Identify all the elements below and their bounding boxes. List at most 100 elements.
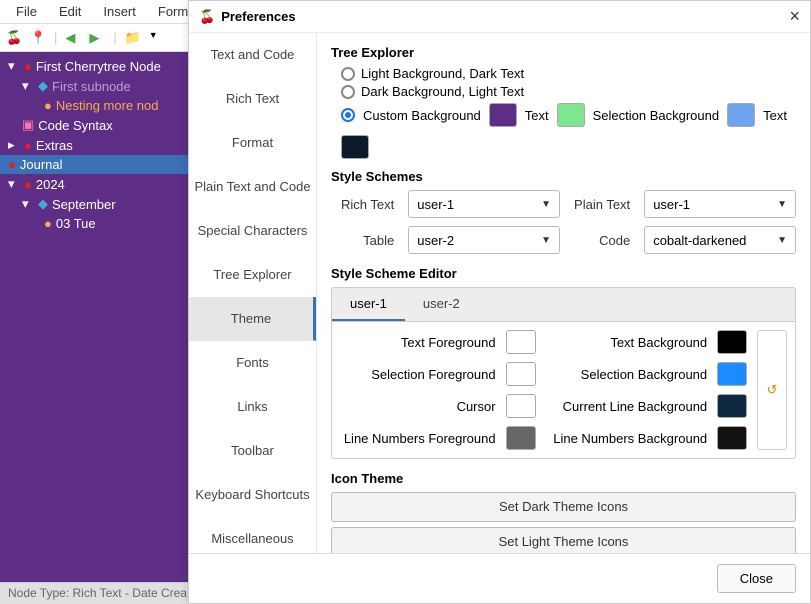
rich-text-combo[interactable]: user-1▼ [408,190,560,218]
cat-format[interactable]: Format [189,121,316,165]
section-style-schemes: Style Schemes [331,169,796,184]
cat-special-chars[interactable]: Special Characters [189,209,316,253]
collapse-icon[interactable]: ▾ [22,78,34,94]
seltext-color-swatch[interactable] [341,135,369,159]
text-color-swatch[interactable] [557,103,585,127]
table-combo[interactable]: user-2▼ [408,226,560,254]
menu-insert[interactable]: Insert [93,1,146,22]
pin-icon[interactable]: 📍 [30,30,46,46]
plain-text-label: Plain Text [574,197,630,212]
dialog-footer: Close [189,553,810,603]
code-combo[interactable]: cobalt-darkened▼ [644,226,796,254]
close-icon[interactable]: × [789,6,800,27]
settings-content: Tree Explorer Light Background, Dark Tex… [317,33,810,553]
radio-label: Custom Background [363,108,481,123]
tab-user-2[interactable]: user-2 [405,288,478,321]
chevron-down-icon: ▼ [541,235,551,246]
tree-node[interactable]: First Cherrytree Node [36,59,161,74]
cherry-red-icon: ● [24,177,32,192]
section-icon-theme: Icon Theme [331,471,796,486]
cherry-red-icon: ● [24,138,32,153]
dialog-titlebar: 🍒 Preferences × [189,1,810,33]
cherry-red-icon: ● [24,59,32,74]
tree-node[interactable]: Extras [36,138,73,153]
selbg-color-swatch[interactable] [727,103,755,127]
cherry-orange-icon: ● [44,216,52,231]
tree-node[interactable]: 2024 [36,177,65,192]
sel-bg-label: Selection Background [549,367,707,382]
set-dark-icons-button[interactable]: Set Dark Theme Icons [331,492,796,522]
menu-file[interactable]: File [6,1,47,22]
collapse-icon[interactable]: ▾ [8,176,20,192]
radio-custom-bg[interactable] [341,108,355,122]
folder-icon[interactable]: 📁 [125,30,141,46]
sel-fg-swatch[interactable] [506,362,536,386]
ln-bg-swatch[interactable] [717,426,747,450]
cursor-swatch[interactable] [506,394,536,418]
tab-user-1[interactable]: user-1 [332,288,405,321]
chevron-down-icon: ▼ [541,199,551,210]
category-list[interactable]: Text and Code Rich Text Format Plain Tex… [189,33,317,553]
cat-misc[interactable]: Miscellaneous [189,517,316,553]
cherry-blue-icon: ◆ [38,78,48,94]
radio-label: Dark Background, Light Text [361,84,524,99]
back-icon[interactable]: ◀ [65,30,81,46]
section-style-editor: Style Scheme Editor [331,266,796,281]
code-label: Code [574,233,630,248]
section-tree-explorer: Tree Explorer [331,45,796,60]
text-label: Text [525,108,549,123]
curline-bg-label: Current Line Background [549,399,707,414]
editor-tabs: user-1 user-2 [331,287,796,321]
dialog-title: Preferences [221,9,295,24]
chevron-down-icon: ▼ [777,199,787,210]
cat-rich-text[interactable]: Rich Text [189,77,316,121]
cat-text-and-code[interactable]: Text and Code [189,33,316,77]
radio-dark-bg[interactable] [341,85,355,99]
forward-icon[interactable]: ▶ [89,30,105,46]
preferences-dialog: 🍒 Preferences × Text and Code Rich Text … [188,0,811,604]
cherry-orange-icon: ● [44,98,52,113]
tree-node[interactable]: 03 Tue [56,216,96,231]
cherry-blue-icon: ◆ [38,196,48,212]
sel-bg-swatch[interactable] [717,362,747,386]
cat-toolbar[interactable]: Toolbar [189,429,316,473]
set-light-icons-button[interactable]: Set Light Theme Icons [331,527,796,553]
radio-light-bg[interactable] [341,67,355,81]
tree-node[interactable]: First subnode [52,79,131,94]
rich-text-label: Rich Text [341,197,394,212]
cat-links[interactable]: Links [189,385,316,429]
text-bg-label: Text Background [549,335,707,350]
seltext-label: Text [763,108,787,123]
ln-bg-label: Line Numbers Background [549,431,707,446]
radio-label: Light Background, Dark Text [361,66,524,81]
cat-shortcuts[interactable]: Keyboard Shortcuts [189,473,316,517]
ln-fg-label: Line Numbers Foreground [340,431,496,446]
bg-color-swatch[interactable] [489,103,517,127]
close-button[interactable]: Close [717,564,796,593]
cat-theme[interactable]: Theme [189,297,316,341]
plain-text-combo[interactable]: user-1▼ [644,190,796,218]
ln-fg-swatch[interactable] [506,426,536,450]
cat-fonts[interactable]: Fonts [189,341,316,385]
cat-plain-text[interactable]: Plain Text and Code [189,165,316,209]
expand-icon[interactable]: ▸ [8,137,20,153]
cherry-icon[interactable]: 🍒 [6,30,22,46]
text-fg-label: Text Foreground [340,335,496,350]
collapse-icon[interactable]: ▾ [8,58,20,74]
sel-fg-label: Selection Foreground [340,367,496,382]
tree-node[interactable]: September [52,197,116,212]
cursor-label: Cursor [340,399,496,414]
cat-tree-explorer[interactable]: Tree Explorer [189,253,316,297]
cherry-red-icon: ● [8,157,16,172]
text-fg-swatch[interactable] [506,330,536,354]
reset-scheme-button[interactable]: ↺ [757,330,787,450]
code-icon: ▣ [22,117,34,133]
menu-edit[interactable]: Edit [49,1,91,22]
curline-bg-swatch[interactable] [717,394,747,418]
dropdown-icon[interactable]: ▼ [149,30,165,46]
tree-node[interactable]: Nesting more nod [56,98,159,113]
tree-node[interactable]: Journal [20,157,63,172]
tree-node[interactable]: Code Syntax [38,118,112,133]
collapse-icon[interactable]: ▾ [22,196,34,212]
text-bg-swatch[interactable] [717,330,747,354]
